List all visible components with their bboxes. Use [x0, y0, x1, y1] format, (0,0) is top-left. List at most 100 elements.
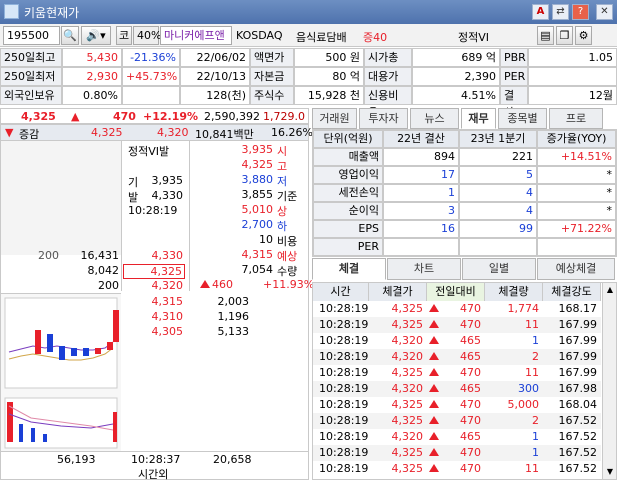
up-arrow-icon: [429, 462, 441, 475]
info-0-3: 22/06/02: [180, 48, 250, 67]
trade-price: 4,325: [391, 446, 424, 459]
trade-price: 4,325: [391, 366, 424, 379]
doc-icon[interactable]: ▤: [537, 26, 554, 45]
trade-diff: 470: [460, 366, 481, 379]
trade-time: 10:28:19: [319, 318, 369, 331]
divider: [121, 141, 122, 291]
trade-diff: 465: [460, 350, 481, 363]
trade-diff: 470: [460, 318, 481, 331]
fin-cell: 매출액: [313, 148, 383, 166]
info-label: 기준: [277, 190, 298, 203]
trade-price: 4,325: [391, 398, 424, 411]
info-2-1: 0.80%: [62, 86, 122, 105]
volume: 2,590,392: [204, 110, 260, 123]
lower-price[interactable]: 4,310: [123, 310, 185, 323]
down-arrow-icon: ▼: [5, 126, 14, 139]
info-2-3: 128(천): [180, 86, 250, 105]
head-rate: 16.26%: [271, 126, 313, 139]
tag-button[interactable]: 코: [116, 26, 132, 45]
margin-rate: 40%: [133, 26, 161, 45]
expected-rate: +11.93%: [263, 278, 315, 291]
bid-change: 200: [38, 249, 59, 262]
gear-icon[interactable]: ⚙: [575, 26, 592, 45]
stock-name[interactable]: 마니커에프앤: [160, 26, 232, 45]
fin-cell: +71.22%: [537, 220, 616, 238]
vi-row-value: 4,330: [151, 189, 184, 202]
fin-head: 23년 1분기: [459, 130, 537, 148]
tab-1[interactable]: 투자자: [359, 108, 408, 129]
bid-price[interactable]: 4,330: [123, 249, 185, 262]
fin-cell: 17: [383, 166, 459, 184]
lower-price[interactable]: 4,315: [123, 295, 185, 308]
scroll-down-icon[interactable]: ▼: [603, 465, 617, 479]
info-2-7: 4.51%: [412, 86, 500, 105]
tab-3[interactable]: 예상체결: [537, 258, 615, 280]
trade-time: 10:28:19: [319, 302, 369, 315]
close-icon[interactable]: ✕: [596, 4, 613, 20]
fin-cell: 4: [459, 202, 537, 220]
trade-time: 10:28:19: [319, 382, 369, 395]
font-icon[interactable]: A: [532, 4, 549, 20]
trade-diff: 465: [460, 334, 481, 347]
window-icon[interactable]: ❐: [556, 26, 573, 45]
tab-0[interactable]: 거래원: [312, 108, 357, 129]
help-icon[interactable]: ?: [572, 4, 589, 20]
mini-chart: [1, 293, 121, 451]
info-1-2: +45.73%: [122, 67, 180, 86]
bottom-tabs: 체결 차트 일별 예상체결: [312, 258, 617, 280]
info-0-0: 250일최고: [0, 48, 62, 67]
trade-time: 10:28:19: [319, 350, 369, 363]
fin-cell: 221: [459, 148, 537, 166]
scrollbar[interactable]: ▲ ▼: [602, 283, 616, 479]
tab-4[interactable]: 종목별: [498, 108, 547, 129]
tab-3[interactable]: 재무: [461, 108, 496, 129]
trade-qty: 2: [532, 414, 539, 427]
tab-2[interactable]: 뉴스: [410, 108, 459, 129]
info-value: 3,935: [241, 143, 274, 156]
tab-5[interactable]: 프로: [549, 108, 603, 129]
up-arrow-icon: [429, 366, 441, 379]
fin-cell: *: [537, 184, 616, 202]
info-value: 7,054: [241, 263, 274, 276]
expected-diff: 460: [200, 278, 233, 291]
trade-strength: 167.52: [558, 446, 598, 459]
tab-2[interactable]: 일별: [462, 258, 536, 280]
info-1-5: 80 억: [294, 67, 364, 86]
tab-0[interactable]: 체결: [312, 258, 386, 280]
fin-cell: [383, 238, 459, 256]
fin-cell: 3: [383, 202, 459, 220]
speaker-icon[interactable]: 🔊▾: [81, 26, 111, 45]
orderbook-header: ▼ 증감 4,325 4,320 10,841백만 16.26%: [1, 125, 313, 141]
info-0-1: 5,430: [62, 48, 122, 67]
fin-cell: +14.51%: [537, 148, 616, 166]
vi-row-value: 3,935: [151, 174, 184, 187]
bid-qty: 16,431: [80, 249, 120, 262]
info-2-2: [122, 86, 180, 105]
fin-cell: 5: [459, 166, 537, 184]
head-bid: 4,320: [157, 126, 189, 139]
info-1-4: 자본금: [250, 67, 294, 86]
trade-price: 4,320: [391, 382, 424, 395]
fin-cell: [537, 238, 616, 256]
trade-qty: 11: [525, 366, 539, 379]
lower-price[interactable]: 4,305: [123, 325, 185, 338]
bid-price[interactable]: 4,320: [123, 279, 185, 292]
bid-price[interactable]: 4,325: [123, 264, 185, 279]
fin-cell: 1: [383, 184, 459, 202]
scroll-up-icon[interactable]: ▲: [603, 283, 617, 297]
info-1-0: 250일최저: [0, 67, 62, 86]
trade-strength: 167.99: [558, 366, 598, 379]
time-label: 10:28:37: [131, 453, 181, 466]
trade-time: 10:28:19: [319, 334, 369, 347]
search-icon[interactable]: 🔍: [61, 26, 79, 45]
total-left: 56,193: [57, 453, 96, 466]
link-icon[interactable]: ⇄: [552, 4, 569, 20]
prev-close: 1,729.0: [263, 110, 305, 123]
trade-diff: 470: [460, 302, 481, 315]
code-input[interactable]: 195500: [3, 26, 60, 45]
window-title: 키움현재가: [24, 6, 80, 20]
fin-head: 단위(억원): [313, 130, 383, 148]
tab-1[interactable]: 차트: [387, 258, 461, 280]
info-value: 4,315: [241, 248, 274, 261]
info-table: 250일최고5,430-21.36%22/06/02액면가500 원시가총액68…: [0, 48, 617, 136]
